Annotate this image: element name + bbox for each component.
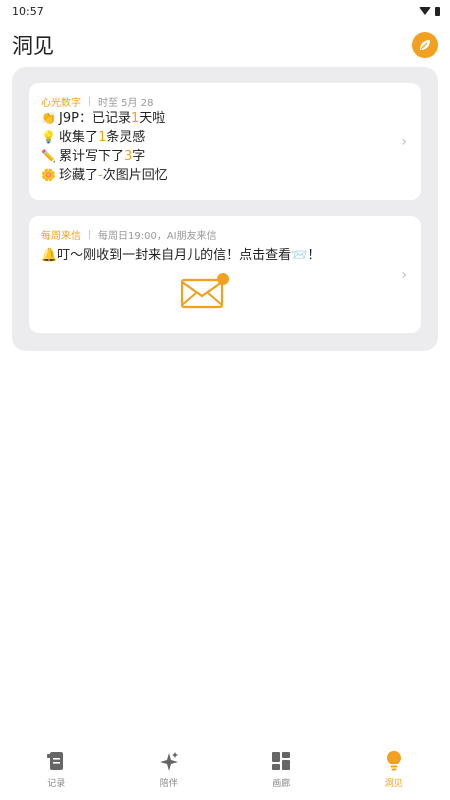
status-bar: 10:57 xyxy=(0,0,450,22)
tab-label: 记录 xyxy=(47,779,66,789)
battery-icon xyxy=(435,6,440,16)
stat-line: 👏 J9P：已记录 1 天啦 xyxy=(41,111,166,126)
stat-line: 🌼 珍藏了 - 次图片回忆 xyxy=(41,168,168,183)
letter-message: 🔔叮～刚收到一封来自月儿的信！点击查看📨！ xyxy=(41,248,321,263)
stat-line: ✏️ 累计写下了 3 字 xyxy=(41,149,146,164)
pencil-icon: ✏️ xyxy=(41,149,56,163)
tab-label: 洞见 xyxy=(384,779,403,789)
tab-label: 画廊 xyxy=(272,779,291,789)
leaf-icon xyxy=(420,40,430,50)
clap-icon: 👏 xyxy=(41,111,56,125)
tab-journal[interactable]: 记录 xyxy=(0,746,113,800)
chevron-right-icon: › xyxy=(401,266,407,283)
stat-line: 💡 收集了 1 条灵感 xyxy=(41,130,146,145)
divider xyxy=(89,229,90,239)
leaf-button[interactable] xyxy=(412,32,438,58)
daisy-icon: 🌼 xyxy=(41,168,56,182)
stats-tag: 心光数字 xyxy=(41,97,81,109)
page-title: 洞见 xyxy=(12,34,54,58)
tab-companion[interactable]: 陪伴 xyxy=(113,746,226,800)
wifi-icon xyxy=(419,7,431,15)
bottom-tab-bar: 记录 陪伴 画廊 洞见 xyxy=(0,746,450,800)
sparkle-icon xyxy=(159,752,178,771)
bulb-icon xyxy=(386,751,401,771)
status-time: 10:57 xyxy=(12,4,44,18)
bulb-icon: 💡 xyxy=(41,130,56,144)
letter-schedule: 每周日19:00，AI朋友来信 xyxy=(98,230,217,242)
tab-label: 陪伴 xyxy=(159,779,178,789)
weekly-letter-card[interactable]: 每周来信 每周日19:00，AI朋友来信 🔔叮～刚收到一封来自月儿的信！点击查看… xyxy=(29,216,421,333)
envelope-icon xyxy=(180,273,229,309)
journal-icon xyxy=(47,752,64,770)
tab-insights[interactable]: 洞见 xyxy=(338,746,450,800)
tab-gallery[interactable]: 画廊 xyxy=(225,746,338,800)
header: 洞见 xyxy=(0,22,450,68)
chevron-right-icon: › xyxy=(401,133,407,150)
stats-date: 时至 5月 28 xyxy=(98,97,154,109)
gallery-icon xyxy=(272,752,291,770)
stats-card[interactable]: 心光数字 时至 5月 28 👏 J9P：已记录 1 天啦 💡 收集了 1 条灵感 ✏️ … xyxy=(29,83,421,200)
insights-panel: 心光数字 时至 5月 28 👏 J9P：已记录 1 天啦 💡 收集了 1 条灵感 ✏️ … xyxy=(12,67,438,351)
letter-tag: 每周来信 xyxy=(41,230,81,242)
divider xyxy=(89,96,90,106)
